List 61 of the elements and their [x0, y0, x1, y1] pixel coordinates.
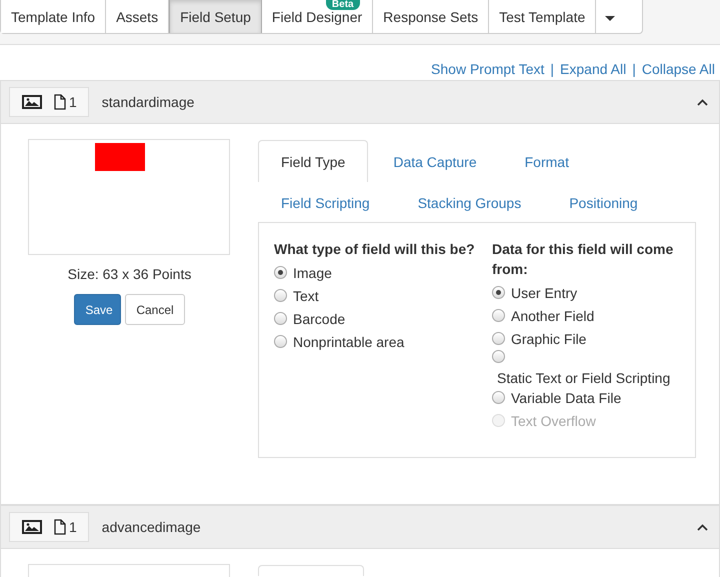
radio-option[interactable]: Image	[274, 261, 492, 284]
sub-tab[interactable]: Format	[502, 140, 592, 182]
option-label: User Entry	[511, 284, 578, 300]
sub-tab[interactable]: Field Scripting	[258, 182, 393, 222]
field-header[interactable]: 1 standardimage	[1, 80, 719, 124]
caret-icon	[605, 16, 616, 22]
radio-option[interactable]: Variable Data File	[492, 386, 680, 409]
option-label: Text Overflow	[511, 412, 596, 428]
radio-button[interactable]	[274, 266, 287, 279]
option-label: Static Text or Field Scripting	[497, 370, 670, 386]
sub-tab[interactable]: Positioning	[546, 182, 661, 222]
radio-button[interactable]	[492, 309, 505, 322]
radio-button[interactable]	[492, 350, 505, 363]
radio-button[interactable]	[274, 335, 287, 348]
radio-option[interactable]: User Entry	[492, 281, 680, 304]
sub-tab[interactable]: Stacking Groups	[394, 182, 544, 222]
page-icon	[54, 94, 66, 110]
option-label: Graphic File	[511, 330, 586, 346]
option-label: Nonprintable area	[293, 334, 404, 350]
radio-option[interactable]: Text	[274, 284, 492, 307]
option-label: Barcode	[293, 310, 346, 326]
radio-option[interactable]: Static Text or Field Scripting	[492, 350, 680, 386]
toolbar-link[interactable]: Show Prompt Text	[431, 61, 544, 77]
option-label: Text	[293, 288, 319, 304]
option-label: Variable Data File	[511, 390, 622, 406]
page-icon	[54, 519, 66, 535]
toolbar-link[interactable]: Collapse All	[642, 61, 715, 77]
page-count: 1	[69, 94, 77, 110]
chevron-up-icon[interactable]	[697, 524, 708, 530]
link-separator: |	[632, 61, 636, 77]
radio-option[interactable]: Graphic File	[492, 327, 680, 350]
radio-option[interactable]: Nonprintable area	[274, 330, 492, 353]
toolbar-link[interactable]: Expand All	[560, 61, 626, 77]
radio-option[interactable]: Another Field	[492, 304, 680, 327]
field-header[interactable]: 1 advancedimage	[1, 505, 719, 549]
group-heading: Data for this field will come from:	[492, 240, 674, 279]
sub-tab[interactable]: Data Capture	[370, 140, 500, 182]
radio-button[interactable]	[492, 391, 505, 404]
sub-tab[interactable]: Field Type	[258, 140, 368, 182]
chevron-up-icon[interactable]	[697, 98, 708, 106]
page-count: 1	[69, 519, 77, 535]
image-icon	[22, 520, 42, 534]
image-placeholder	[94, 143, 144, 171]
beta-badge: Beta	[326, 0, 360, 10]
size-label: Size: 63 x 36 Points	[68, 266, 192, 282]
radio-button[interactable]	[274, 289, 287, 302]
radio-button[interactable]	[274, 312, 287, 325]
save-button[interactable]: Save	[74, 294, 122, 325]
field-name: advancedimage	[102, 519, 202, 535]
group-heading: What type of field will this be?	[274, 240, 476, 259]
nav-tab[interactable]: Template Info	[1, 0, 106, 33]
link-separator: |	[550, 61, 554, 77]
radio-button[interactable]	[492, 332, 505, 345]
image-icon	[22, 95, 42, 109]
radio-button[interactable]	[492, 286, 505, 299]
radio-option[interactable]: Barcode	[274, 307, 492, 330]
field-name: standardimage	[102, 94, 196, 110]
option-label: Another Field	[511, 308, 594, 324]
option-label: Image	[293, 264, 332, 280]
cancel-button[interactable]: Cancel	[125, 294, 185, 325]
nav-tab[interactable]: Field Setup	[169, 0, 262, 33]
